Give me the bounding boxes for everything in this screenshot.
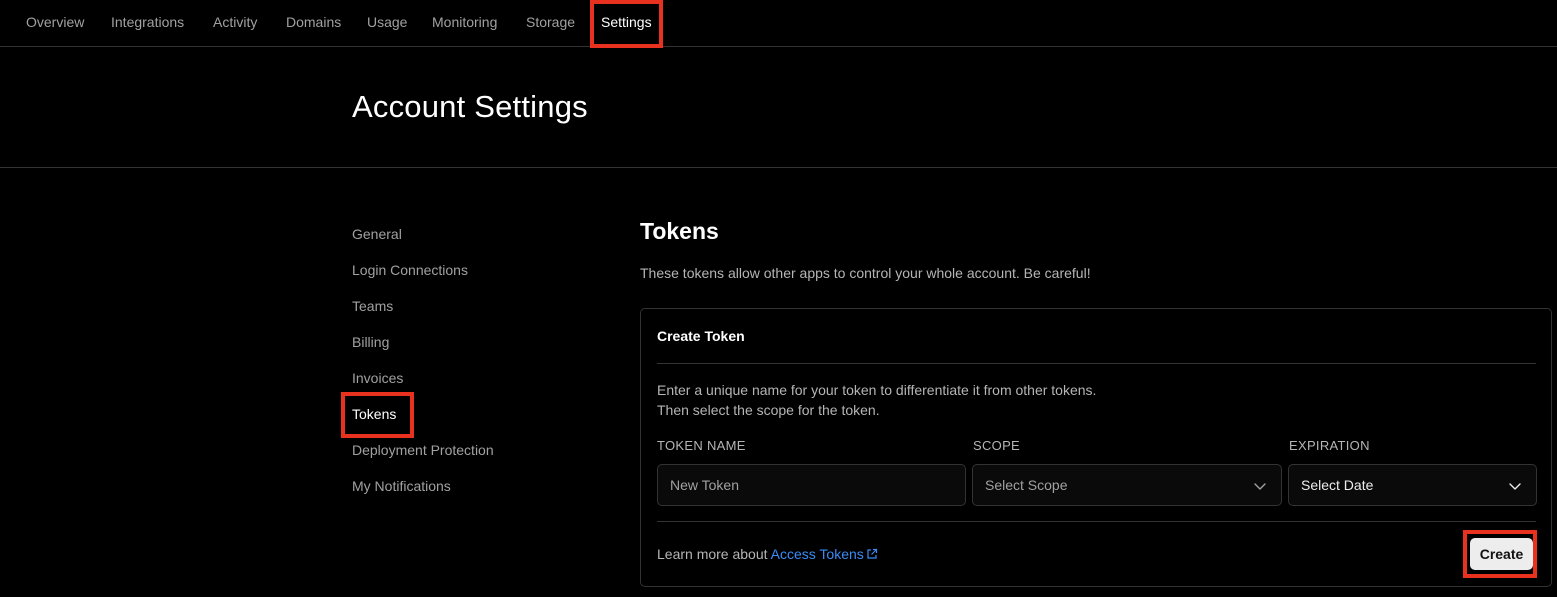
- section-description: These tokens allow other apps to control…: [640, 265, 1091, 281]
- card-title: Create Token: [657, 328, 745, 344]
- page-title: Account Settings: [352, 89, 588, 124]
- sidebar-item-general[interactable]: General: [352, 224, 402, 244]
- access-tokens-link[interactable]: Access Tokens: [771, 546, 878, 562]
- create-token-card: Create Token Enter a unique name for you…: [640, 308, 1552, 587]
- sidebar-item-login-connections[interactable]: Login Connections: [352, 260, 468, 280]
- nav-tab-settings[interactable]: Settings: [601, 0, 652, 46]
- token-name-input[interactable]: [658, 465, 965, 505]
- learn-more-text: Learn more about Access Tokens: [657, 546, 878, 562]
- card-description-line-2: Then select the scope for the token.: [657, 402, 880, 418]
- nav-tab-domains[interactable]: Domains: [286, 0, 341, 46]
- sidebar-item-my-notifications[interactable]: My Notifications: [352, 476, 451, 496]
- token-name-label: TOKEN NAME: [657, 438, 746, 453]
- expiration-select[interactable]: Select Date: [1288, 464, 1537, 506]
- card-description-line-1: Enter a unique name for your token to di…: [657, 382, 1097, 398]
- chevron-down-icon: [1254, 483, 1266, 490]
- nav-tab-monitoring[interactable]: Monitoring: [432, 0, 497, 46]
- access-tokens-link-label: Access Tokens: [770, 546, 864, 562]
- chevron-down-icon: [1509, 483, 1521, 490]
- nav-tab-overview[interactable]: Overview: [26, 0, 84, 46]
- sidebar-item-tokens[interactable]: Tokens: [352, 404, 396, 424]
- scope-label: SCOPE: [973, 438, 1021, 453]
- token-name-field: [657, 464, 966, 506]
- nav-tab-usage[interactable]: Usage: [367, 0, 407, 46]
- card-divider: [657, 363, 1536, 364]
- create-token-button[interactable]: Create: [1470, 538, 1533, 570]
- scope-select-value: Select Scope: [985, 477, 1068, 493]
- sidebar-item-invoices[interactable]: Invoices: [352, 368, 403, 388]
- card-footer-divider: [657, 521, 1536, 522]
- scope-select[interactable]: Select Scope: [972, 464, 1282, 506]
- section-title: Tokens: [640, 218, 719, 244]
- expiration-select-value: Select Date: [1301, 477, 1374, 493]
- sidebar-item-billing[interactable]: Billing: [352, 332, 389, 352]
- page-header: Account Settings: [0, 47, 1557, 168]
- sidebar-item-teams[interactable]: Teams: [352, 296, 393, 316]
- nav-tab-activity[interactable]: Activity: [213, 0, 257, 46]
- top-navigation: Overview Integrations Activity Domains U…: [0, 0, 1557, 47]
- sidebar-item-deployment-protection[interactable]: Deployment Protection: [352, 440, 494, 460]
- nav-tab-storage[interactable]: Storage: [526, 0, 575, 46]
- nav-tab-integrations[interactable]: Integrations: [111, 0, 184, 46]
- external-link-icon: [867, 548, 877, 559]
- expiration-label: EXPIRATION: [1289, 438, 1370, 453]
- learn-more-prefix: Learn more about: [657, 546, 768, 562]
